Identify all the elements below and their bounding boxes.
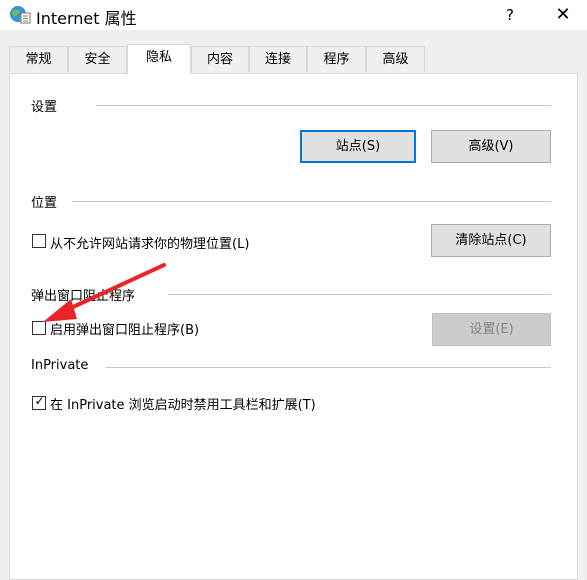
location-heading: 位置 (31, 196, 58, 211)
settings-heading: 设置 (31, 100, 58, 115)
tab-content[interactable]: 内容 (191, 46, 249, 72)
location-checkbox-label: 从不允许网站请求你的物理位置(L) (50, 237, 250, 252)
title-bar: Internet 属性 ? ✕ (0, 0, 587, 30)
advanced-button[interactable]: 高级(V) (431, 130, 551, 163)
popup-blocker-heading: 弹出窗口阻止程序 (31, 289, 136, 304)
inprivate-checkbox-label: 在 InPrivate 浏览启动时禁用工具栏和扩展(T) (50, 398, 316, 413)
location-checkbox[interactable] (32, 234, 46, 248)
inprivate-divider (106, 367, 551, 368)
internet-options-icon (10, 6, 31, 24)
tab-connections[interactable]: 连接 (249, 46, 307, 72)
tab-programs[interactable]: 程序 (307, 46, 366, 72)
tab-advanced[interactable]: 高级 (366, 46, 425, 72)
help-button[interactable]: ? (496, 0, 524, 30)
popup-settings-button: 设置(E) (432, 313, 551, 346)
checkmark-icon: ✓ (34, 394, 45, 408)
clear-sites-button[interactable]: 清除站点(C) (431, 224, 551, 257)
popup-blocker-checkbox-label: 启用弹出窗口阻止程序(B) (50, 323, 200, 338)
window-title: Internet 属性 (36, 9, 137, 28)
tab-privacy[interactable]: 隐私 (127, 44, 191, 74)
settings-divider (96, 105, 551, 106)
close-button[interactable]: ✕ (548, 0, 578, 30)
location-divider (72, 201, 551, 202)
tab-general[interactable]: 常规 (9, 46, 68, 72)
privacy-panel: 设置 站点(S) 高级(V) 位置 从不允许网站请求你的物理位置(L) 清除站点… (9, 73, 578, 580)
inprivate-heading: InPrivate (31, 358, 89, 373)
tab-security[interactable]: 安全 (68, 46, 127, 72)
sites-button[interactable]: 站点(S) (300, 130, 416, 163)
popup-blocker-divider (168, 294, 551, 295)
dialog-body: 常规 安全 隐私 内容 连接 程序 高级 设置 站点(S) 高级(V) 位置 从… (0, 30, 587, 580)
inprivate-checkbox[interactable]: ✓ (32, 394, 46, 410)
popup-blocker-checkbox[interactable] (32, 321, 46, 335)
